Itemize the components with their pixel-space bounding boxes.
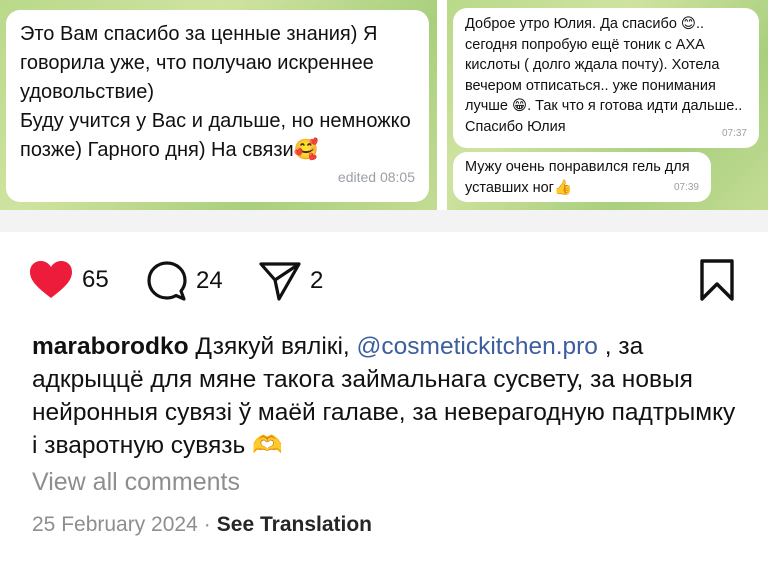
view-all-comments-link[interactable]: View all comments [32,468,240,497]
see-translation-link[interactable]: See Translation [217,513,372,536]
message-edited-time: edited 08:05 [337,169,415,185]
heart-icon [30,261,72,298]
message-text: Мужу очень понравился гель для уставших … [465,159,690,196]
caption-username[interactable]: maraborodko [32,333,189,360]
message-bubble: Это Вам спасибо за ценные знания) Я гово… [6,10,429,202]
post-date: 25 February 2024 [32,513,198,536]
separator-dot: · [203,513,211,536]
message-bubble: Мужу очень понравился гель для уставших … [453,152,711,202]
comment-button[interactable]: 24 [146,260,223,302]
message-text: Доброе утро Юлия. Да спасибо 😊.. сегодня… [465,16,743,135]
message-text: Это Вам спасибо за ценные знания) Я гово… [20,23,411,161]
caption-text: Дзякуй вялікі, [188,333,357,360]
like-count: 65 [82,266,109,293]
share-icon [259,262,301,301]
like-button[interactable]: 65 [28,260,109,300]
post-caption: maraborodko Дзякуй вялікі, @cosmetickitc… [32,330,742,462]
chat-panel-right: Доброе утро Юлия. Да спасибо 😊.. сегодня… [447,0,768,210]
chat-screenshot-area: Это Вам спасибо за ценные знания) Я гово… [0,0,768,232]
divider-strip [0,210,768,232]
message-time: 07:37 [721,127,747,139]
save-button[interactable] [698,258,736,302]
message-bubble: Доброе утро Юлия. Да спасибо 😊.. сегодня… [453,8,759,148]
share-button[interactable]: 2 [258,260,323,302]
chat-panel-left: Это Вам спасибо за ценные знания) Я гово… [0,0,437,210]
share-count: 2 [310,267,324,294]
comment-count: 24 [196,267,223,294]
bookmark-icon [700,259,734,301]
post-date-row: 25 February 2024 · See Translation [32,513,372,537]
comment-icon [147,261,187,301]
post-actions-bar: 65 24 2 [0,258,768,308]
caption-mention-link[interactable]: @cosmetickitchen.pro [357,333,598,360]
message-time: 07:39 [673,181,699,193]
